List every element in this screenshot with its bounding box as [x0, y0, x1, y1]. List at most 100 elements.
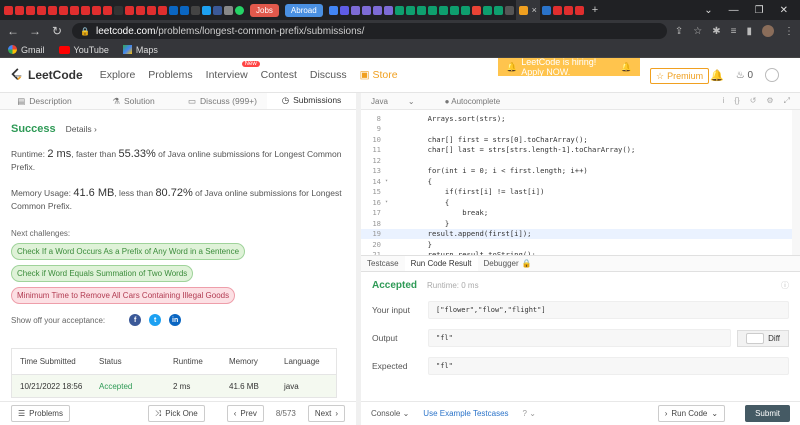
youtube-tab-icon[interactable]: [92, 5, 101, 15]
tab-icon[interactable]: [482, 5, 492, 15]
problems-button[interactable]: ☰ Problems: [11, 405, 70, 422]
help-icon[interactable]: ? ⌄: [523, 409, 536, 418]
info-icon[interactable]: ⓘ: [781, 280, 789, 291]
facebook-icon[interactable]: f: [129, 314, 142, 326]
facebook-tab-icon[interactable]: [213, 5, 222, 15]
youtube-tab-icon[interactable]: [125, 5, 134, 15]
bookmark-maps[interactable]: Maps: [122, 45, 158, 55]
code-line[interactable]: 14 ▾ {: [361, 176, 800, 187]
twitter-icon[interactable]: t: [149, 314, 162, 326]
tab-icon[interactable]: [372, 5, 382, 15]
linkedin-tab-icon[interactable]: [169, 5, 178, 15]
nav-problems[interactable]: Problems: [148, 69, 192, 81]
reading-list-icon[interactable]: ≡: [731, 26, 737, 37]
coins-link[interactable]: ♨ 0: [736, 70, 753, 81]
nav-interview[interactable]: Interview New: [206, 61, 260, 81]
code-line[interactable]: 21 return result.toString();: [361, 250, 800, 255]
youtube-tab-icon[interactable]: [552, 5, 562, 15]
code-editor[interactable]: 8 Arrays.sort(strs); 9 10 char[] first = s…: [361, 110, 800, 255]
youtube-tab-icon[interactable]: [48, 5, 57, 15]
fold-arrow-icon[interactable]: ▾: [385, 178, 393, 184]
tab-abroad[interactable]: Abroad: [284, 3, 323, 17]
youtube-tab-icon[interactable]: [70, 5, 79, 15]
tab-testcase[interactable]: Testcase: [361, 256, 405, 271]
cell-status[interactable]: Accepted: [99, 382, 173, 391]
youtube-tab-icon[interactable]: [4, 5, 13, 15]
youtube-tab-icon[interactable]: [103, 5, 112, 15]
forward-arrow-icon[interactable]: →: [28, 24, 42, 38]
nav-explore[interactable]: Explore: [100, 69, 136, 81]
use-example-testcases[interactable]: Use Example Testcases: [423, 409, 508, 418]
tab-icon[interactable]: [427, 5, 437, 15]
code-line[interactable]: 9: [361, 124, 800, 135]
tab-icon[interactable]: [460, 5, 470, 15]
tab-description[interactable]: ▤ Description: [0, 93, 89, 109]
hiring-banner[interactable]: 🔔 LeetCode is hiring! Apply NOW. 🔔: [498, 57, 640, 77]
code-line[interactable]: 16 ▾ {: [361, 197, 800, 208]
nav-store[interactable]: ▣ Store: [360, 69, 398, 81]
youtube-tab-icon[interactable]: [574, 5, 584, 15]
youtube-tab-icon[interactable]: [563, 5, 573, 15]
active-tab[interactable]: ×: [515, 0, 540, 20]
share-icon[interactable]: ⇪: [675, 26, 683, 37]
code-line[interactable]: 18 }: [361, 218, 800, 229]
linkedin-icon[interactable]: in: [169, 314, 182, 326]
menu-dots-icon[interactable]: ⋮: [784, 26, 794, 37]
tab-icon[interactable]: [394, 5, 404, 15]
tab-discuss[interactable]: ▭ Discuss (999+): [178, 93, 267, 109]
tab-icon[interactable]: [383, 5, 393, 15]
notification-bell-icon[interactable]: 🔔: [710, 69, 724, 82]
editor-scrollbar[interactable]: [792, 110, 800, 255]
settings-icon[interactable]: ⚙: [766, 96, 773, 106]
profile-avatar[interactable]: [762, 25, 774, 37]
extensions-icon[interactable]: ✱: [712, 26, 720, 37]
tab-icon[interactable]: [350, 5, 360, 15]
challenge-chip[interactable]: Minimum Time to Remove All Cars Containi…: [11, 287, 236, 304]
info-icon[interactable]: i: [723, 96, 725, 106]
bookmark-youtube[interactable]: YouTube: [58, 45, 109, 55]
tab-icon[interactable]: [191, 5, 200, 15]
leetcode-logo[interactable]: LeetCode: [10, 68, 83, 82]
table-row[interactable]: 10/21/2022 18:56 Accepted 2 ms 41.6 MB j…: [12, 375, 336, 397]
code-line[interactable]: 15 if(first[i] != last[i]): [361, 187, 800, 198]
code-line[interactable]: 20 }: [361, 239, 800, 250]
youtube-tab-icon[interactable]: [59, 5, 68, 15]
tab-icon[interactable]: [405, 5, 415, 15]
code-line[interactable]: 11 char[] last = strs[strs.length-1].toC…: [361, 145, 800, 156]
premium-button[interactable]: ☆ Premium: [650, 68, 710, 84]
tab-jobs[interactable]: Jobs: [250, 3, 279, 17]
chevron-down-icon[interactable]: ⌄: [704, 5, 712, 16]
fullscreen-icon[interactable]: ⤢: [784, 96, 790, 106]
youtube-tab-icon[interactable]: [136, 5, 145, 15]
code-line[interactable]: 12: [361, 155, 800, 166]
tab-icon[interactable]: [541, 5, 551, 15]
nav-contest[interactable]: Contest: [261, 69, 297, 81]
minimize-icon[interactable]: —: [729, 5, 739, 16]
console-toggle[interactable]: Console ⌄: [371, 409, 409, 418]
code-line[interactable]: 17 break;: [361, 208, 800, 219]
next-button[interactable]: Next ›: [307, 405, 345, 422]
bookmark-star-icon[interactable]: ☆: [693, 26, 702, 37]
tab-icon[interactable]: [361, 5, 371, 15]
details-link[interactable]: Details ›: [66, 124, 97, 134]
autocomplete-toggle[interactable]: ● Autocomplete: [445, 97, 501, 106]
run-code-button[interactable]: › Run Code ⌄: [657, 405, 726, 422]
braces-icon[interactable]: {}: [734, 96, 739, 106]
diff-toggle[interactable]: Diff: [737, 329, 789, 347]
address-bar[interactable]: 🔒 leetcode.com /problems/longest-common-…: [72, 23, 667, 39]
tab-run-code-result[interactable]: Run Code Result: [404, 256, 478, 271]
tab-solution[interactable]: ⚗ Solution: [89, 93, 178, 109]
code-line[interactable]: 8 Arrays.sort(strs);: [361, 113, 800, 124]
maximize-icon[interactable]: ❐: [755, 5, 764, 16]
tab-icon[interactable]: [504, 5, 514, 15]
side-panel-icon[interactable]: ▮: [746, 26, 752, 37]
linkedin-tab-icon[interactable]: [180, 5, 189, 15]
challenge-chip[interactable]: Check If a Word Occurs As a Prefix of An…: [11, 243, 246, 260]
bookmark-gmail[interactable]: Gmail: [8, 45, 45, 55]
submit-button[interactable]: Submit: [745, 405, 790, 422]
fold-arrow-icon[interactable]: ▾: [385, 199, 393, 205]
tab-icon[interactable]: [114, 5, 123, 15]
back-arrow-icon[interactable]: ←: [6, 24, 20, 38]
code-line[interactable]: 10 char[] first = strs[0].toCharArray();: [361, 134, 800, 145]
nav-discuss[interactable]: Discuss: [310, 69, 347, 81]
